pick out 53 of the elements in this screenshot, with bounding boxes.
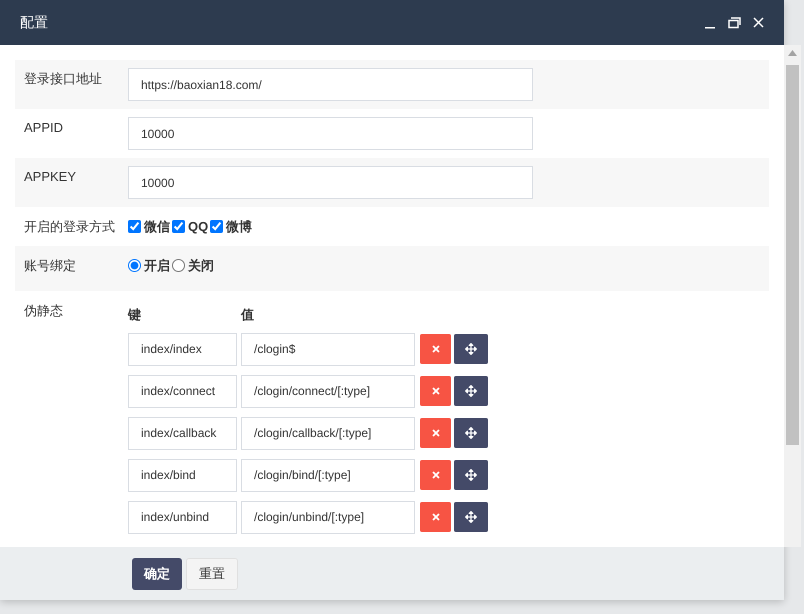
radio-button[interactable] <box>128 259 141 272</box>
drag-handle[interactable] <box>454 460 488 490</box>
close-icon <box>430 344 440 354</box>
field-label: APPKEY <box>24 169 76 184</box>
key-field[interactable]: index/callback <box>128 416 237 450</box>
option-label: 微博 <box>226 218 252 236</box>
value-field[interactable]: /clogin/connect/[:type] <box>241 374 415 408</box>
column-header: 值 <box>241 306 254 324</box>
value-field[interactable]: /clogin/callback/[:type] <box>241 416 415 450</box>
close-icon[interactable] <box>753 17 764 28</box>
value-field[interactable]: /clogin$ <box>241 332 415 366</box>
move-icon <box>465 385 477 397</box>
reset-button[interactable]: 重置 <box>186 558 238 590</box>
close-icon <box>430 428 440 438</box>
move-icon <box>465 511 477 523</box>
field-label: 伪静态 <box>24 303 63 318</box>
text-field[interactable]: 10000 <box>128 166 533 199</box>
window-title: 配置 <box>20 13 49 32</box>
drag-handle[interactable] <box>454 376 488 406</box>
value-field[interactable]: /clogin/bind/[:type] <box>241 458 415 492</box>
option-label: 开启 <box>144 257 170 275</box>
key-field[interactable]: index/index <box>128 332 237 366</box>
text-field[interactable]: https://baoxian18.com/ <box>128 68 533 101</box>
checkbox[interactable] <box>172 220 185 234</box>
field-label: 登录接口地址 <box>24 71 102 86</box>
option-label: 关闭 <box>188 257 214 275</box>
option-label: 微信 <box>144 218 170 236</box>
scrollbar[interactable] <box>784 45 801 547</box>
maximize-icon[interactable] <box>728 16 741 28</box>
drag-handle[interactable] <box>454 502 488 532</box>
value-field[interactable]: /clogin/unbind/[:type] <box>241 500 415 534</box>
move-icon <box>465 469 477 481</box>
move-icon <box>465 427 477 439</box>
close-icon <box>430 512 440 522</box>
option-label: QQ <box>188 218 208 236</box>
drag-handle[interactable] <box>454 418 488 448</box>
field-label: APPID <box>24 120 64 135</box>
checkbox[interactable] <box>128 220 141 234</box>
drag-handle[interactable] <box>454 334 488 364</box>
move-icon <box>465 343 477 355</box>
key-field[interactable]: index/connect <box>128 374 237 408</box>
radio-button[interactable] <box>172 259 185 272</box>
field-label: 账号绑定 <box>24 258 76 273</box>
confirm-button[interactable]: 确定 <box>132 558 182 590</box>
close-icon <box>430 386 440 396</box>
field-label: 开启的登录方式 <box>24 219 115 234</box>
close-icon <box>430 470 440 480</box>
scroll-up-icon[interactable] <box>788 50 797 56</box>
text-field[interactable]: 10000 <box>128 117 533 150</box>
key-field[interactable]: index/unbind <box>128 500 237 534</box>
key-field[interactable]: index/bind <box>128 458 237 492</box>
column-header: 键 <box>128 306 142 324</box>
checkbox[interactable] <box>210 220 224 234</box>
